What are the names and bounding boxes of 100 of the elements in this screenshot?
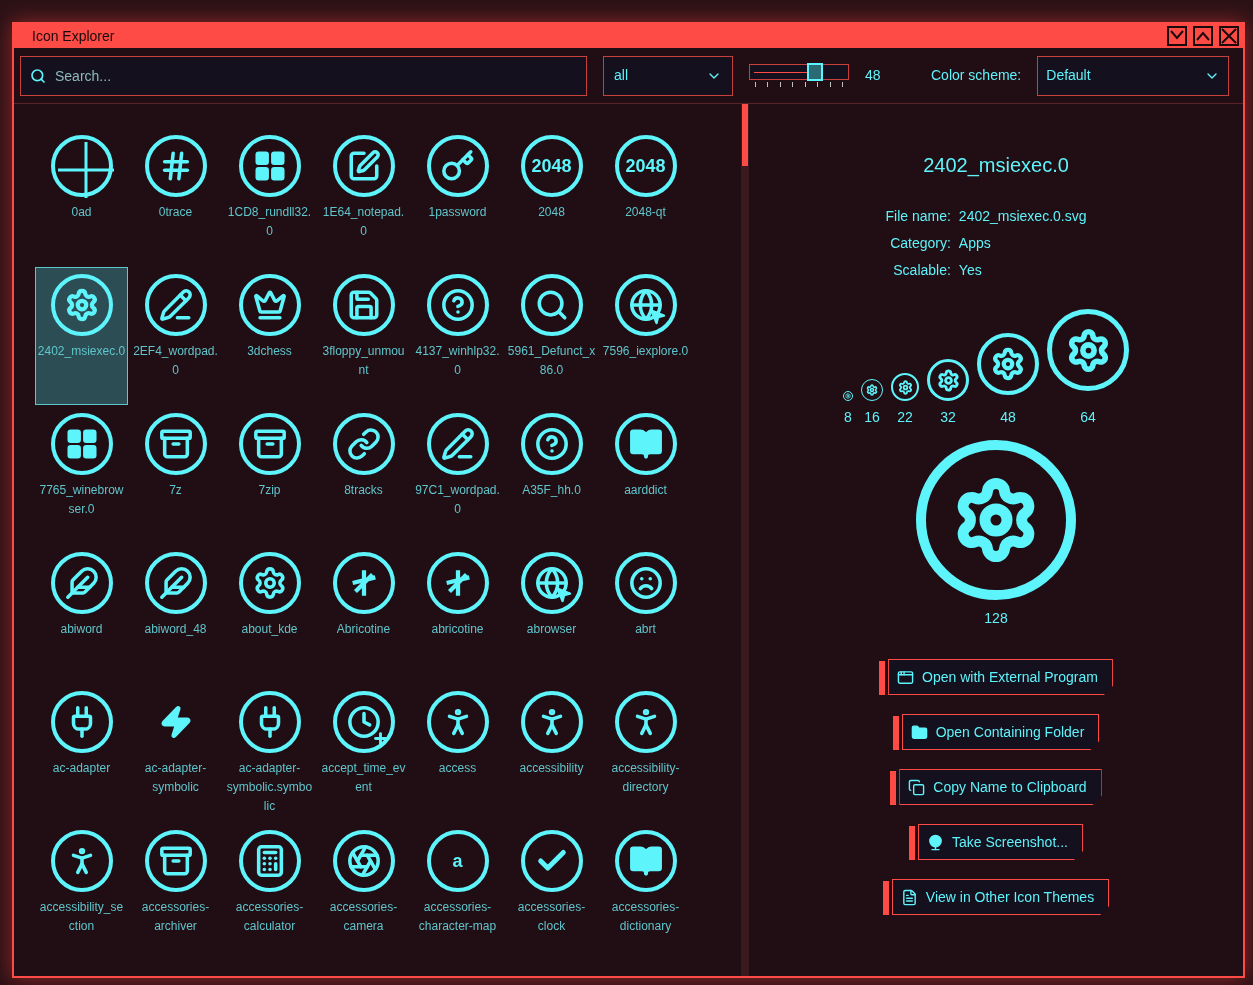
icon-tile[interactable]: 1password <box>411 128 504 266</box>
icon-label: abrt <box>634 621 657 638</box>
icon-label: ac-adapter-symbolic.symbolic <box>225 760 314 815</box>
archive-icon <box>144 413 207 475</box>
icon-tile[interactable]: 1E64_notepad.0 <box>317 128 410 266</box>
clock-plus-icon <box>332 691 395 753</box>
icon-tile[interactable]: 2EF4_wordpad.0 <box>129 267 222 405</box>
icon-tile[interactable]: ac-adapter <box>35 684 128 822</box>
size-reading: 48 <box>865 66 882 85</box>
icon-label: aarddict <box>623 482 668 499</box>
color-scheme-label: Color scheme: <box>931 66 1022 85</box>
maximize-icon[interactable] <box>1193 26 1213 46</box>
icon-tile[interactable]: 7596_iexplore.0 <box>599 267 692 405</box>
icon-tile[interactable]: 97C1_wordpad.0 <box>411 406 504 544</box>
icon-tile[interactable]: ac-adapter-symbolic <box>129 684 222 822</box>
icon-tile[interactable]: 7765_winebrowser.0 <box>35 406 128 544</box>
close-icon[interactable] <box>1219 26 1239 46</box>
icon-tile[interactable]: 1CD8_rundll32.0 <box>223 128 316 266</box>
icon-tile[interactable]: about_kde <box>223 545 316 683</box>
text-badge-icon: a <box>426 830 489 892</box>
size-label: 48 <box>1000 408 1016 427</box>
color-scheme-dropdown[interactable]: Default <box>1037 55 1230 96</box>
icon-label: 1E64_notepad.0 <box>321 204 406 240</box>
icon-label: accessibility-directory <box>610 760 681 796</box>
action-button[interactable]: Take Screenshot... <box>918 824 1083 860</box>
gear-icon <box>843 391 853 401</box>
window-icon <box>897 668 915 686</box>
icon-label: ac-adapter-symbolic <box>143 760 208 796</box>
icon-label: abrowser <box>525 621 578 638</box>
icon-label: accessibility_section <box>38 899 125 935</box>
size-slider[interactable] <box>749 64 849 80</box>
gear-icon <box>977 333 1039 395</box>
icon-tile[interactable]: abiword <box>35 545 128 683</box>
icon-label: accessories-calculator <box>234 899 305 935</box>
action-button[interactable]: Open with External Program <box>888 659 1113 695</box>
crosshair-icon <box>50 135 113 197</box>
icon-tile[interactable]: abrt <box>599 545 692 683</box>
icon-tile[interactable]: Abricotine <box>317 545 410 683</box>
size-label: 8 <box>844 408 852 427</box>
icon-tile[interactable]: ac-adapter-symbolic.symbolic <box>223 684 316 822</box>
icon-tile[interactable]: abricotine <box>411 545 504 683</box>
filter-dropdown[interactable]: all <box>603 55 733 96</box>
icon-tile[interactable]: 0trace <box>129 128 222 266</box>
action-button[interactable]: Copy Name to Clipboard <box>899 769 1102 805</box>
person-icon <box>520 691 583 753</box>
icon-tile[interactable]: accessories-clock <box>505 823 598 961</box>
icon-tile[interactable]: 5961_Defunct_x86.0 <box>505 267 598 405</box>
size-label: 128 <box>984 609 1008 628</box>
icon-label: 7596_iexplore.0 <box>601 343 690 360</box>
icon-tile[interactable]: 3floppy_unmount <box>317 267 410 405</box>
icon-tile[interactable]: 4137_winhlp32.0 <box>411 267 504 405</box>
icon-tile[interactable]: access <box>411 684 504 822</box>
icon-tile[interactable]: 2048 2048 <box>505 128 598 266</box>
pencil-lines-icon <box>144 274 207 336</box>
archive-icon <box>238 413 301 475</box>
icon-label: accessories-archiver <box>140 899 211 935</box>
icon-label: accessories-character-map <box>417 899 498 935</box>
help-icon <box>426 274 489 336</box>
icon-tile[interactable]: accept_time_event <box>317 684 410 822</box>
icon-label: access <box>437 760 478 777</box>
icon-label: abiword_48 <box>143 621 208 638</box>
icon-tile[interactable]: 2402_msiexec.0 <box>35 267 128 405</box>
detail-value: 2402_msiexec.0.svg <box>958 207 1087 226</box>
icon-label: 0trace <box>157 204 194 221</box>
icon-tile[interactable]: 8tracks <box>317 406 410 544</box>
icon-tile[interactable]: 7zip <box>223 406 316 544</box>
person-icon <box>614 691 677 753</box>
icon-tile[interactable]: 7z <box>129 406 222 544</box>
aperture-icon <box>332 830 395 892</box>
icon-tile[interactable]: 0ad <box>35 128 128 266</box>
feather-icon <box>50 552 113 614</box>
search-field[interactable]: Search... <box>20 55 587 96</box>
icon-tile[interactable]: accessories-camera <box>317 823 410 961</box>
icon-tile[interactable]: accessories-calculator <box>223 823 316 961</box>
icon-tile[interactable]: accessories-dictionary <box>599 823 692 961</box>
icon-label: ac-adapter <box>51 760 112 777</box>
action-button[interactable]: View in Other Icon Themes <box>891 879 1110 915</box>
icon-tile[interactable]: accessibility <box>505 684 598 822</box>
minimize-icon[interactable] <box>1167 26 1187 46</box>
scrollbar-thumb[interactable] <box>742 104 748 166</box>
pen-square-icon <box>332 135 395 197</box>
action-button[interactable]: Open Containing Folder <box>901 714 1100 750</box>
icon-tile[interactable]: 3dchess <box>223 267 316 405</box>
icon-label: 7z <box>168 482 183 499</box>
icon-tile[interactable]: A35F_hh.0 <box>505 406 598 544</box>
icon-tile[interactable]: aarddict <box>599 406 692 544</box>
window-title: Icon Explorer <box>32 26 115 46</box>
icon-label: 0ad <box>70 204 93 221</box>
icon-tile[interactable]: 2048 2048-qt <box>599 128 692 266</box>
icon-tile[interactable]: abiword_48 <box>129 545 222 683</box>
icon-tile[interactable]: accessories-archiver <box>129 823 222 961</box>
icon-tile[interactable]: accessibility_section <box>35 823 128 961</box>
icon-tile[interactable]: abrowser <box>505 545 598 683</box>
slider-thumb[interactable] <box>806 63 823 81</box>
archive-icon <box>144 830 207 892</box>
plug-icon <box>50 691 113 753</box>
icon-tile[interactable]: a accessories-character-map <box>411 823 504 961</box>
icon-label: abricotine <box>430 621 485 638</box>
detail-title: 2402_msiexec.0 <box>923 153 1069 179</box>
icon-tile[interactable]: accessibility-directory <box>599 684 692 822</box>
